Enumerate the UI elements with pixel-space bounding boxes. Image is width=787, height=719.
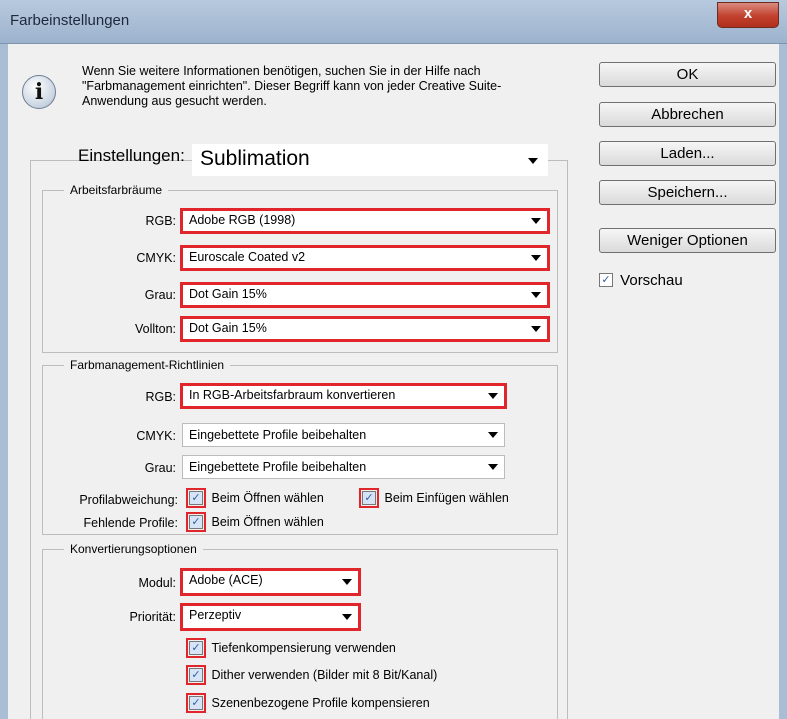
bpc-checkbox[interactable]: ✓	[189, 641, 203, 655]
mismatch-open-checkbox[interactable]: ✓	[189, 491, 203, 505]
ws-gray-label: Grau:	[144, 288, 176, 302]
intent-value: Perzeptiv	[189, 608, 242, 622]
ws-gray-select[interactable]: Dot Gain 15%	[180, 282, 550, 308]
mismatch-open-label: Beim Öffnen wählen	[211, 491, 324, 505]
fewer-options-button[interactable]: Weniger Optionen	[599, 228, 776, 253]
mismatch-paste-label: Beim Einfügen wählen	[384, 491, 509, 505]
preview-checkbox-row[interactable]: ✓ Vorschau	[599, 271, 683, 289]
mismatch-open-row[interactable]: ✓ Beim Öffnen wählen	[186, 488, 324, 508]
ws-cmyk-label: CMYK:	[136, 251, 176, 265]
bpc-row[interactable]: ✓ Tiefenkompensierung verwenden	[186, 638, 396, 658]
bpc-label: Tiefenkompensierung verwenden	[211, 641, 396, 655]
missing-open-row[interactable]: ✓ Beim Öffnen wählen	[186, 512, 324, 532]
ws-cmyk-value: Euroscale Coated v2	[189, 250, 306, 264]
pol-cmyk-value: Eingebettete Profile beibehalten	[189, 428, 367, 442]
ws-cmyk-select[interactable]: Euroscale Coated v2	[180, 245, 550, 271]
ok-button[interactable]: OK	[599, 62, 776, 87]
conversion-legend: Konvertierungsoptionen	[64, 542, 203, 556]
cancel-button[interactable]: Abbrechen	[599, 102, 776, 127]
save-button[interactable]: Speichern...	[599, 180, 776, 205]
scene-row[interactable]: ✓ Szenenbezogene Profile kompensieren	[186, 693, 430, 713]
ws-rgb-select[interactable]: Adobe RGB (1998)	[180, 208, 550, 234]
load-button[interactable]: Laden...	[599, 141, 776, 166]
intent-label: Priorität:	[129, 610, 176, 624]
chevron-down-icon	[531, 326, 541, 332]
missing-open-checkbox[interactable]: ✓	[189, 515, 203, 529]
settings-value: Sublimation	[200, 147, 310, 170]
chevron-down-icon	[488, 464, 498, 470]
pol-gray-select[interactable]: Eingebettete Profile beibehalten	[182, 455, 505, 479]
window-title: Farbeinstellungen	[10, 12, 130, 29]
engine-select[interactable]: Adobe (ACE)	[180, 568, 361, 596]
pol-cmyk-select[interactable]: Eingebettete Profile beibehalten	[182, 423, 505, 447]
chevron-down-icon	[488, 432, 498, 438]
profile-mismatch-label: Profilabweichung:	[79, 493, 178, 507]
scene-checkbox[interactable]: ✓	[189, 696, 203, 710]
settings-select[interactable]: Sublimation	[192, 144, 548, 176]
ws-spot-select[interactable]: Dot Gain 15%	[180, 316, 550, 342]
scene-label: Szenenbezogene Profile kompensieren	[211, 696, 430, 710]
missing-open-label: Beim Öffnen wählen	[211, 515, 324, 529]
chevron-down-icon	[342, 579, 352, 585]
pol-rgb-select[interactable]: In RGB-Arbeitsfarbraum konvertieren	[180, 383, 507, 409]
ws-rgb-value: Adobe RGB (1998)	[189, 213, 296, 227]
ws-rgb-label: RGB:	[145, 214, 176, 228]
ws-spot-label: Vollton:	[134, 322, 176, 336]
preview-checkbox[interactable]: ✓	[599, 273, 613, 288]
pol-rgb-value: In RGB-Arbeitsfarbraum konvertieren	[189, 388, 396, 402]
chevron-down-icon	[531, 255, 541, 261]
chevron-down-icon	[531, 292, 541, 298]
missing-profiles-label: Fehlende Profile:	[83, 516, 178, 530]
preview-label: Vorschau	[620, 271, 683, 289]
window-frame-right	[779, 44, 787, 719]
info-text: Wenn Sie weitere Informationen benötigen…	[82, 64, 502, 108]
pol-cmyk-label: CMYK:	[136, 429, 176, 443]
dither-row[interactable]: ✓ Dither verwenden (Bilder mit 8 Bit/Kan…	[186, 665, 437, 685]
chevron-down-icon	[528, 158, 538, 164]
engine-label: Modul:	[138, 576, 176, 590]
close-button[interactable]: x	[717, 2, 779, 28]
ws-spot-value: Dot Gain 15%	[189, 321, 267, 335]
dither-checkbox[interactable]: ✓	[189, 668, 203, 682]
intent-select[interactable]: Perzeptiv	[180, 603, 361, 631]
mismatch-paste-row[interactable]: ✓ Beim Einfügen wählen	[359, 488, 509, 508]
chevron-down-icon	[488, 393, 498, 399]
dither-label: Dither verwenden (Bilder mit 8 Bit/Kanal…	[211, 668, 438, 682]
chevron-down-icon	[531, 218, 541, 224]
workspaces-legend: Arbeitsfarbräume	[64, 183, 169, 197]
window-frame-left	[0, 44, 8, 719]
pol-gray-value: Eingebettete Profile beibehalten	[189, 460, 367, 474]
info-icon: i	[22, 75, 56, 109]
pol-gray-label: Grau:	[144, 461, 176, 475]
engine-value: Adobe (ACE)	[189, 573, 263, 587]
mismatch-paste-checkbox[interactable]: ✓	[362, 491, 376, 505]
policies-legend: Farbmanagement-Richtlinien	[64, 358, 231, 372]
chevron-down-icon	[342, 614, 352, 620]
title-bar: Farbeinstellungen x	[0, 0, 787, 44]
pol-rgb-label: RGB:	[145, 390, 176, 404]
ws-gray-value: Dot Gain 15%	[189, 287, 267, 301]
settings-label: Einstellungen:	[78, 146, 185, 165]
